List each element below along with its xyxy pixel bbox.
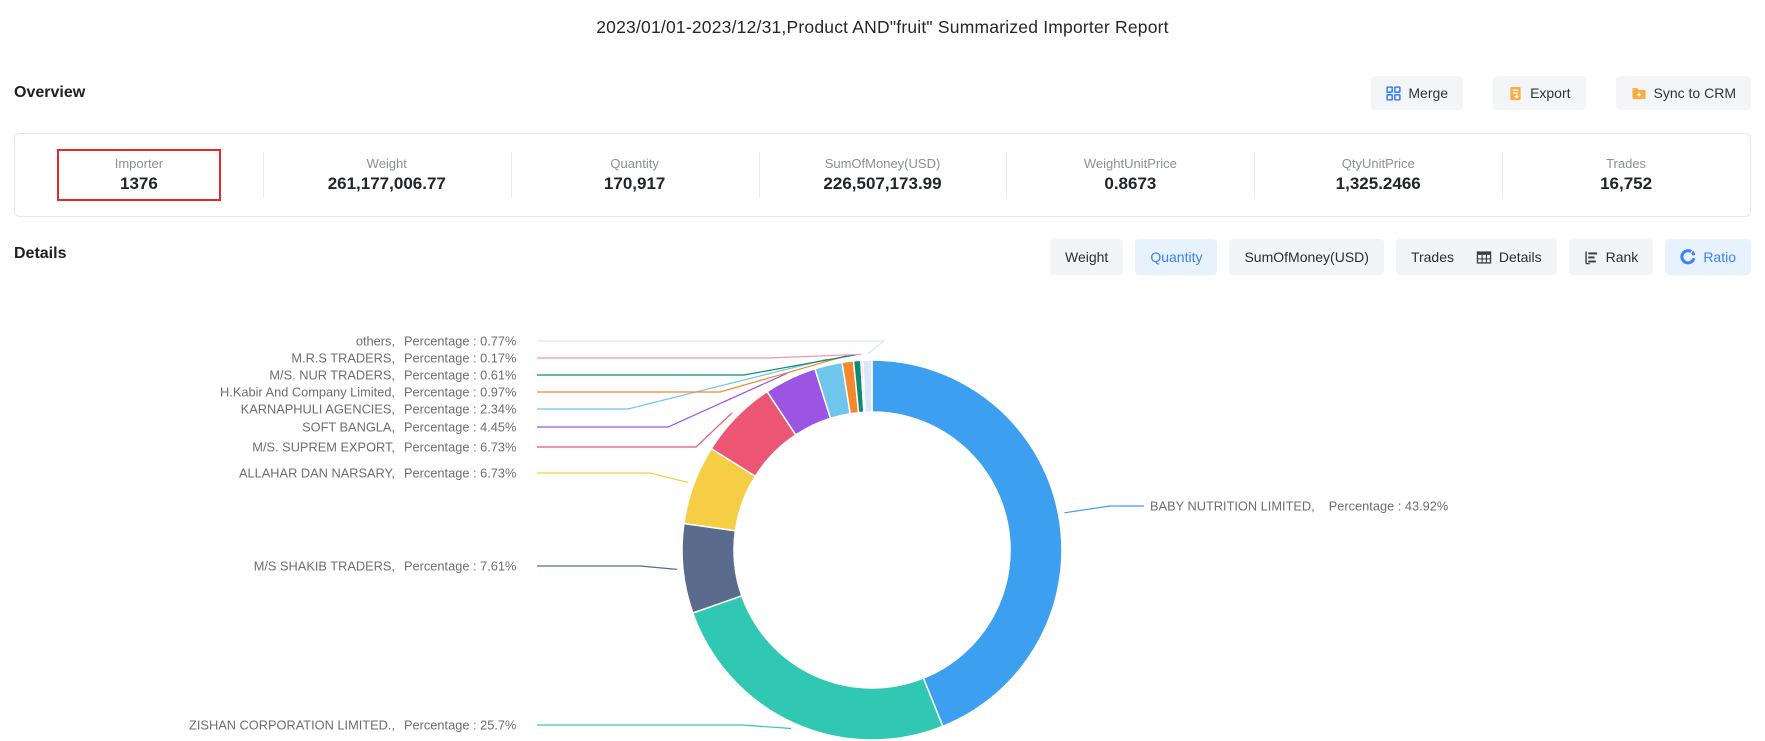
slice-percentage-label: Percentage : 4.45%	[404, 420, 516, 435]
button-label: Merge	[1408, 85, 1448, 101]
stat-value: 1376	[120, 174, 158, 194]
stat-label: WeightUnitPrice	[1084, 156, 1177, 171]
tab-label: Ratio	[1703, 249, 1736, 265]
tab-details[interactable]: Details	[1461, 239, 1557, 275]
tab-trades[interactable]: Trades	[1396, 239, 1469, 275]
slice-name-label: ALLAHAR DAN NARSARY,	[239, 466, 395, 481]
slice-percentage-label: Percentage : 6.73%	[404, 466, 516, 481]
merge-button[interactable]: Merge	[1371, 76, 1463, 110]
tab-label: SumOfMoney(USD)	[1244, 249, 1368, 265]
pie-slice-baby-nutrition-limited[interactable]	[872, 360, 1062, 726]
sync-to-crm-button[interactable]: Sync to CRM	[1616, 76, 1751, 110]
page-title: 2023/01/01-2023/12/31,Product AND"fruit"…	[0, 17, 1765, 38]
importer-ratio-donut-chart: BABY NUTRITION LIMITED,Percentage : 43.9…	[0, 280, 1765, 741]
pie-slice-zishan-corporation-limited-[interactable]	[693, 596, 943, 740]
tab-label: Rank	[1606, 249, 1639, 265]
tab-quantity[interactable]: Quantity	[1135, 239, 1217, 275]
highlight-red-box: Importer 1376	[57, 149, 221, 201]
label-line	[537, 473, 688, 483]
stat-label: Quantity	[610, 156, 658, 171]
tab-weight[interactable]: Weight	[1050, 239, 1123, 275]
slice-name-label: KARNAPHULI AGENCIES,	[241, 402, 395, 417]
ratio-icon	[1680, 249, 1696, 265]
stat-value: 16,752	[1600, 174, 1652, 194]
export-button[interactable]: Export	[1493, 76, 1585, 110]
stat-label: Importer	[115, 156, 163, 171]
stat-value: 170,917	[604, 174, 665, 194]
stat-label: SumOfMoney(USD)	[825, 156, 941, 171]
export-icon	[1508, 86, 1523, 101]
stat-box: Quantity 170,917	[553, 149, 717, 201]
details-heading: Details	[14, 245, 66, 263]
metric-tab-group: Weight Quantity SumOfMoney(USD) Trades	[1050, 239, 1469, 275]
stat-label: Trades	[1606, 156, 1646, 171]
overview-stats-card: Importer 1376 Weight 261,177,006.77 Quan…	[14, 133, 1751, 217]
importer-report-page: 2023/01/01-2023/12/31,Product AND"fruit"…	[0, 0, 1765, 741]
tab-sumofmoney-usd-[interactable]: SumOfMoney(USD)	[1229, 239, 1383, 275]
button-label: Export	[1530, 85, 1570, 101]
slice-name-label: SOFT BANGLA,	[302, 420, 395, 435]
tab-label: Quantity	[1150, 249, 1202, 265]
stat-sumofmoney-usd-: SumOfMoney(USD) 226,507,173.99	[759, 134, 1007, 216]
stat-qtyunitprice: QtyUnitPrice 1,325.2466	[1254, 134, 1502, 216]
label-line	[537, 413, 732, 447]
stat-label: QtyUnitPrice	[1342, 156, 1415, 171]
stat-value: 226,507,173.99	[823, 174, 941, 194]
stat-importer: Importer 1376	[15, 134, 263, 216]
sync-to-crm-icon	[1631, 86, 1647, 101]
view-button-group: Details Rank Ratio	[1461, 239, 1751, 275]
slice-name-label: H.Kabir And Company Limited,	[220, 385, 395, 400]
stat-label: Weight	[367, 156, 407, 171]
slice-percentage-label: Percentage : 25.7%	[404, 718, 516, 733]
slice-percentage-label: Percentage : 6.73%	[404, 440, 516, 455]
tab-label: Weight	[1065, 249, 1108, 265]
label-line	[537, 341, 884, 354]
stat-value: 261,177,006.77	[328, 174, 446, 194]
slice-percentage-label: Percentage : 0.97%	[404, 385, 516, 400]
label-line	[537, 725, 791, 729]
slice-name-label: M.R.S TRADERS,	[291, 351, 395, 366]
stat-box: SumOfMoney(USD) 226,507,173.99	[801, 149, 965, 201]
tab-ratio[interactable]: Ratio	[1665, 239, 1751, 275]
slice-percentage-label: Percentage : 0.61%	[404, 368, 516, 383]
slice-name-label: M/S SHAKIB TRADERS,	[254, 559, 395, 574]
toolbar-actions: Merge Export Sync to CRM	[1371, 76, 1751, 110]
slice-percentage-label: Percentage : 2.34%	[404, 402, 516, 417]
stat-value: 1,325.2466	[1336, 174, 1421, 194]
tab-rank[interactable]: Rank	[1569, 239, 1654, 275]
pie-slice-others[interactable]	[863, 360, 872, 412]
merge-icon	[1386, 86, 1401, 101]
pie-slice-m-s-shakib-traders[interactable]	[682, 524, 742, 614]
slice-name-label: M/S. SUPREM EXPORT,	[252, 440, 395, 455]
table-icon	[1476, 250, 1492, 265]
stat-value: 0.8673	[1104, 174, 1156, 194]
overview-heading: Overview	[14, 84, 85, 102]
stat-box: Weight 261,177,006.77	[305, 149, 469, 201]
slice-name-label: M/S. NUR TRADERS,	[269, 368, 395, 383]
rank-icon	[1584, 250, 1599, 265]
label-line	[537, 566, 677, 569]
slice-percentage-label: Percentage : 0.77%	[404, 334, 516, 349]
tab-label: Trades	[1411, 249, 1454, 265]
stat-quantity: Quantity 170,917	[511, 134, 759, 216]
button-label: Sync to CRM	[1654, 85, 1736, 101]
slice-percentage-label: Percentage : 0.17%	[404, 351, 516, 366]
slice-label: BABY NUTRITION LIMITED,Percentage : 43.9…	[1150, 499, 1448, 514]
label-line	[537, 354, 862, 358]
slice-name-label: others,	[356, 334, 395, 349]
stat-trades: Trades 16,752	[1502, 134, 1750, 216]
tab-label: Details	[1499, 249, 1542, 265]
slice-name-label: ZISHAN CORPORATION LIMITED.,	[189, 718, 395, 733]
stat-box: WeightUnitPrice 0.8673	[1048, 149, 1212, 201]
stat-box: QtyUnitPrice 1,325.2466	[1296, 149, 1460, 201]
stat-weightunitprice: WeightUnitPrice 0.8673	[1006, 134, 1254, 216]
stat-weight: Weight 261,177,006.77	[263, 134, 511, 216]
stat-box: Trades 16,752	[1544, 149, 1708, 201]
slice-percentage-label: Percentage : 7.61%	[404, 559, 516, 574]
label-line	[1064, 506, 1144, 513]
